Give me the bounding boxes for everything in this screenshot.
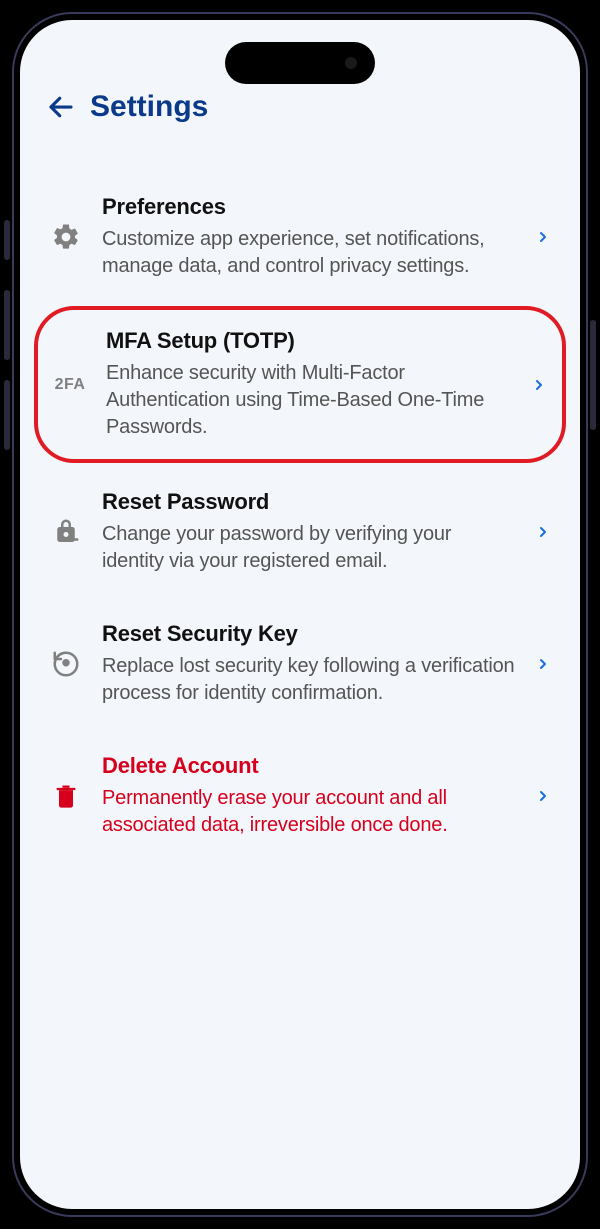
settings-row-delete-account[interactable]: Delete Account Permanently erase your ac… bbox=[34, 733, 566, 859]
chevron-right-icon bbox=[530, 788, 556, 804]
settings-row-reset-security-key[interactable]: Reset Security Key Replace lost security… bbox=[34, 601, 566, 727]
back-button[interactable] bbox=[46, 92, 76, 122]
twofa-label: 2FA bbox=[55, 376, 86, 394]
row-title: Delete Account bbox=[102, 753, 516, 779]
settings-row-reset-password[interactable]: Reset Password Change your password by v… bbox=[34, 469, 566, 595]
row-description: Change your password by verifying your i… bbox=[102, 521, 516, 575]
key-reset-icon bbox=[44, 649, 88, 679]
phone-frame: Settings Preferences Customize app exper… bbox=[0, 0, 600, 1229]
arrow-left-icon bbox=[46, 92, 76, 122]
row-title: Preferences bbox=[102, 194, 516, 220]
chevron-right-icon bbox=[526, 377, 552, 393]
row-description: Customize app experience, set notificati… bbox=[102, 226, 516, 280]
row-content: Reset Security Key Replace lost security… bbox=[102, 621, 516, 707]
row-title: MFA Setup (TOTP) bbox=[106, 328, 512, 354]
power-button bbox=[590, 320, 596, 430]
row-description: Permanently erase your account and all a… bbox=[102, 785, 516, 839]
settings-list: Preferences Customize app experience, se… bbox=[28, 148, 572, 885]
chevron-right-icon bbox=[530, 524, 556, 540]
volume-button bbox=[4, 380, 10, 450]
page-title: Settings bbox=[90, 90, 208, 124]
chevron-right-icon bbox=[530, 656, 556, 672]
row-content: Delete Account Permanently erase your ac… bbox=[102, 753, 516, 839]
settings-row-preferences[interactable]: Preferences Customize app experience, se… bbox=[34, 174, 566, 300]
volume-button bbox=[4, 220, 10, 260]
screen: Settings Preferences Customize app exper… bbox=[20, 20, 580, 1209]
row-description: Replace lost security key following a ve… bbox=[102, 653, 516, 707]
dynamic-island bbox=[225, 42, 375, 84]
row-description: Enhance security with Multi-Factor Authe… bbox=[106, 360, 512, 441]
gear-icon bbox=[44, 222, 88, 252]
row-content: Preferences Customize app experience, se… bbox=[102, 194, 516, 280]
twofa-icon: 2FA bbox=[48, 376, 92, 394]
trash-icon bbox=[44, 782, 88, 810]
lock-reset-icon bbox=[44, 517, 88, 547]
phone-bezel: Settings Preferences Customize app exper… bbox=[12, 12, 588, 1217]
row-content: Reset Password Change your password by v… bbox=[102, 489, 516, 575]
row-title: Reset Security Key bbox=[102, 621, 516, 647]
row-title: Reset Password bbox=[102, 489, 516, 515]
row-content: MFA Setup (TOTP) Enhance security with M… bbox=[106, 328, 512, 441]
settings-row-mfa[interactable]: 2FA MFA Setup (TOTP) Enhance security wi… bbox=[34, 306, 566, 463]
chevron-right-icon bbox=[530, 229, 556, 245]
volume-button bbox=[4, 290, 10, 360]
